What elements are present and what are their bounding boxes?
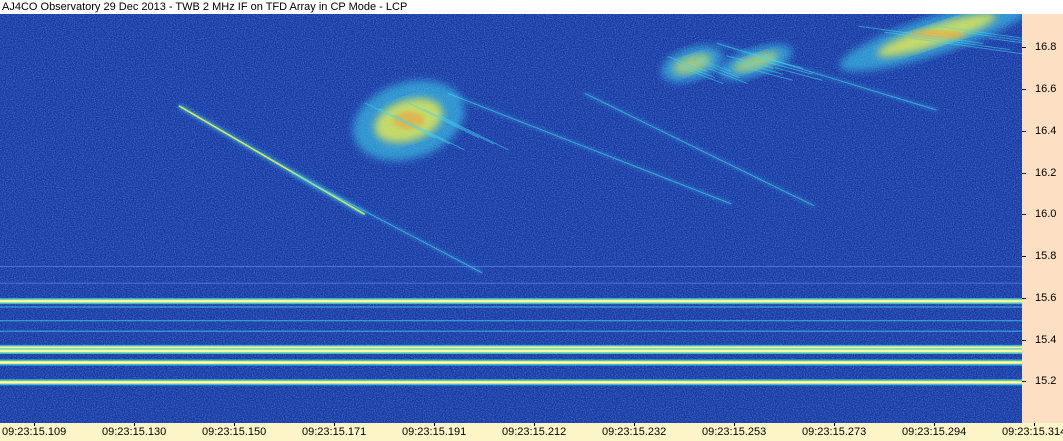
band-center [0, 350, 1022, 352]
spectrogram-window: AJ4CO Observatory 29 Dec 2013 - TWB 2 MH… [0, 0, 1063, 441]
y-tick-mark [1022, 381, 1026, 383]
band-1 [0, 306, 1022, 308]
y-tick-label: 16.4 [1035, 124, 1057, 137]
band-5 [0, 348, 1022, 355]
band-8 [0, 265, 1022, 267]
x-tick-label: 09:23:15.130 [102, 426, 167, 438]
spectrogram-plot[interactable] [0, 14, 1022, 423]
x-tick-label: 09:23:15.253 [702, 426, 767, 438]
band-center [0, 361, 1022, 363]
y-tick-mark [1022, 89, 1026, 91]
band-7 [0, 379, 1022, 386]
band-3 [0, 330, 1022, 332]
band-line [0, 320, 1022, 322]
y-tick-mark [1022, 214, 1026, 216]
band-line [0, 306, 1022, 308]
band-0 [0, 298, 1022, 305]
y-tick-mark [1022, 172, 1026, 174]
x-axis: 09:23:15.109 09:23:15.130 09:23:15.150 09:2… [0, 423, 1063, 441]
x-tick-label: 09:23:15.314 [1002, 426, 1063, 438]
band-9 [0, 282, 1022, 284]
window-title: AJ4CO Observatory 29 Dec 2013 - TWB 2 MH… [0, 0, 1063, 14]
y-tick-mark [1022, 339, 1026, 341]
x-tick-label: 09:23:15.109 [2, 426, 67, 438]
x-tick-label: 09:23:15.294 [902, 426, 967, 438]
y-tick-label: 15.4 [1035, 333, 1057, 346]
x-tick-label: 09:23:15.171 [302, 426, 367, 438]
band-center [0, 300, 1022, 302]
y-tick-mark [1022, 130, 1026, 132]
y-axis: 15.2 15.4 15.6 15.8 16.0 16.2 16.4 16.6 16.8 [1022, 14, 1063, 423]
y-tick-mark [1022, 47, 1026, 49]
y-tick-label: 15.6 [1035, 291, 1057, 304]
y-tick-label: 16.8 [1035, 41, 1057, 54]
band-line [0, 282, 1022, 284]
y-tick-label: 15.2 [1035, 375, 1057, 388]
x-tick-label: 09:23:15.232 [602, 426, 667, 438]
y-tick-label: 16.2 [1035, 166, 1057, 179]
x-tick-label: 09:23:15.150 [202, 426, 267, 438]
band-line [0, 265, 1022, 267]
x-tick-label: 09:23:15.273 [802, 426, 867, 438]
band-6 [0, 359, 1022, 366]
x-tick-label: 09:23:15.212 [502, 426, 567, 438]
y-tick-mark [1022, 256, 1026, 258]
y-tick-label: 16.6 [1035, 83, 1057, 96]
x-tick-label: 09:23:15.191 [402, 426, 467, 438]
band-center [0, 381, 1022, 383]
y-tick-mark [1022, 297, 1026, 299]
y-tick-label: 15.8 [1035, 250, 1057, 263]
cluster-hot [393, 111, 425, 130]
spectrogram-svg [0, 14, 1022, 423]
band-2 [0, 320, 1022, 322]
band-line [0, 330, 1022, 332]
y-tick-label: 16.0 [1035, 208, 1057, 221]
